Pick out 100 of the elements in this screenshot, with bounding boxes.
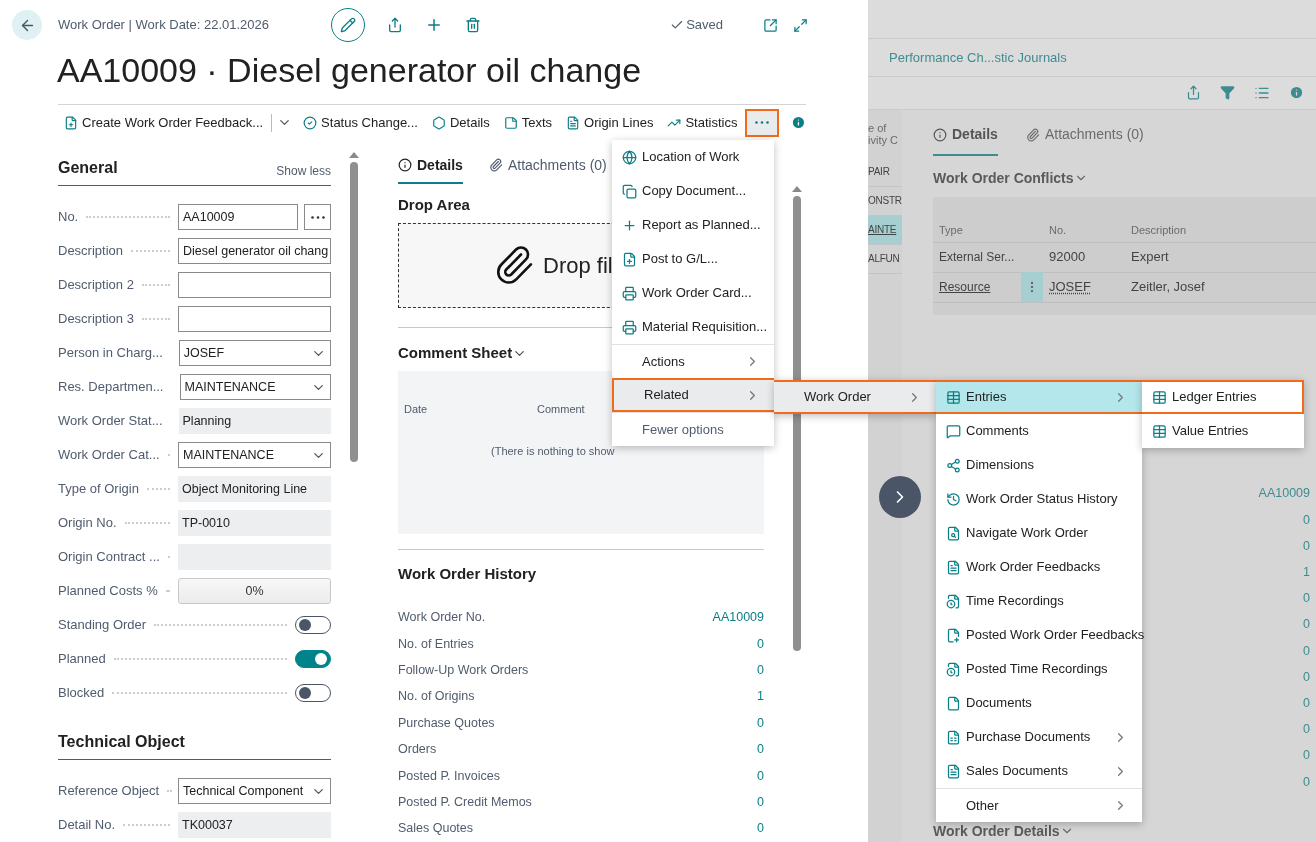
- history-value-link[interactable]: 0: [757, 766, 764, 786]
- menu-item[interactable]: Sales Documents: [936, 754, 1142, 788]
- text-field[interactable]: AA10009: [178, 204, 298, 230]
- field-label: Origin No.: [58, 514, 117, 533]
- plus-icon: [622, 217, 637, 233]
- field-label: Description 2: [58, 276, 134, 295]
- toolbar-button[interactable]: Origin Lines: [560, 108, 660, 137]
- history-label: No. of Origins: [398, 688, 475, 706]
- menu-item[interactable]: Posted Time Recordings: [936, 652, 1142, 686]
- history-label: Orders: [398, 741, 437, 759]
- text-field[interactable]: [178, 272, 331, 298]
- section-title: Work Order Conflicts: [933, 168, 1074, 188]
- menu-item[interactable]: Work Order Status History: [936, 482, 1142, 516]
- menu-item[interactable]: Comments: [936, 414, 1142, 448]
- toolbar-button[interactable]: Status Change...: [297, 108, 424, 137]
- filter-icon[interactable]: [1220, 85, 1235, 101]
- menu-item[interactable]: Work Order Card...: [612, 276, 774, 310]
- history-value-link[interactable]: 0: [757, 740, 764, 759]
- menu-item[interactable]: Purchase Documents: [936, 720, 1142, 754]
- toggle-switch[interactable]: [295, 650, 331, 668]
- field-label: Blocked: [58, 684, 105, 703]
- menu-item[interactable]: Actions: [612, 344, 774, 378]
- field-label: Person in Charg...: [58, 344, 163, 363]
- menu-item[interactable]: Dimensions: [936, 448, 1142, 482]
- file-search-icon: [946, 525, 961, 541]
- history-value-link[interactable]: 0: [757, 819, 764, 839]
- info-icon[interactable]: [1289, 85, 1304, 101]
- save-status: Saved: [686, 16, 723, 35]
- file-icon: [946, 695, 961, 711]
- table-cell: JOSEF: [1049, 279, 1091, 295]
- nodes-icon: [946, 457, 961, 473]
- share-icon[interactable]: [387, 17, 403, 33]
- history-label: Posted P. Invoices: [398, 767, 500, 785]
- field-label: Standing Order: [58, 616, 147, 635]
- document-icon: [946, 559, 961, 575]
- copy-icon: [622, 183, 637, 199]
- history-value-link[interactable]: 1: [757, 687, 764, 707]
- menu-item[interactable]: Navigate Work Order: [936, 516, 1142, 550]
- toggle-switch[interactable]: [295, 616, 331, 634]
- info-icon: [398, 158, 412, 172]
- expand-icon[interactable]: [793, 17, 808, 33]
- menu-item[interactable]: Copy Document...: [612, 174, 774, 208]
- table-cell: Resource: [939, 280, 991, 295]
- more-icon: [310, 215, 325, 219]
- pencil-icon: [340, 17, 356, 33]
- history-value-link[interactable]: 0: [757, 661, 764, 680]
- dropdown-field[interactable]: JOSEF: [178, 340, 331, 366]
- share-icon[interactable]: [1186, 85, 1201, 101]
- tab[interactable]: Details: [933, 115, 998, 156]
- read-only-field: TP-0010: [178, 510, 331, 536]
- menu-item[interactable]: Entries: [936, 380, 1142, 414]
- menu-item[interactable]: Other: [936, 788, 1142, 822]
- toolbar-button[interactable]: Create Work Order Feedback...: [58, 108, 270, 137]
- toolbar-button[interactable]: Details: [425, 108, 496, 137]
- column-header: Type: [939, 224, 963, 236]
- field-label: Work Order Stat...: [58, 412, 163, 431]
- menu-item[interactable]: Report as Planned...: [612, 208, 774, 242]
- history-value-link[interactable]: 0: [757, 713, 764, 733]
- tab[interactable]: Attachments (0): [488, 148, 607, 184]
- menu-item[interactable]: Related: [612, 378, 774, 412]
- pop-out-icon[interactable]: [763, 17, 778, 33]
- table-row[interactable]: External Ser... 92000 Expert: [933, 242, 1316, 273]
- table-row[interactable]: Resource JOSEF Zeitler, Josef: [933, 272, 1316, 303]
- history-value-link[interactable]: 0: [757, 793, 764, 812]
- more-options-button[interactable]: [745, 108, 780, 137]
- text-field[interactable]: Diesel generator oil chang: [178, 238, 331, 264]
- list-row[interactable]: AINTE: [868, 215, 902, 245]
- lookup-button[interactable]: [304, 204, 331, 230]
- spreadsheet-icon: [946, 729, 961, 745]
- file-plus-icon: [946, 627, 961, 643]
- menu-item[interactable]: Work Order Feedbacks: [936, 550, 1142, 584]
- scrollbar[interactable]: [349, 152, 359, 462]
- text-field[interactable]: [178, 306, 331, 332]
- menu-item[interactable]: Material Requisition...: [612, 310, 774, 344]
- history-value-link[interactable]: AA10009: [712, 608, 764, 628]
- menu-item[interactable]: Posted Work Order Feedbacks: [936, 618, 1142, 652]
- menu-item[interactable]: Location of Work: [612, 140, 774, 174]
- dropdown-field[interactable]: MAINTENANCE: [178, 442, 331, 468]
- back-button[interactable]: [12, 10, 42, 40]
- menu-item[interactable]: Time Recordings: [936, 584, 1142, 618]
- toolbar-button[interactable]: Statistics: [661, 108, 744, 137]
- tab[interactable]: Attachments (0): [1025, 115, 1144, 156]
- empty-message: (There is nothing to show: [491, 444, 616, 460]
- toolbar-button[interactable]: Texts: [497, 108, 559, 137]
- menu-item[interactable]: Work Order: [774, 380, 936, 414]
- field-label: Work Order Cat...: [58, 446, 160, 465]
- dropdown-field[interactable]: Technical Component: [178, 778, 331, 804]
- plus-icon[interactable]: [425, 16, 443, 34]
- show-less-link[interactable]: Show less: [276, 162, 331, 180]
- toggle-switch[interactable]: [295, 684, 331, 702]
- delete-icon[interactable]: [465, 17, 481, 33]
- menu-item[interactable]: Documents: [936, 686, 1142, 720]
- menu-item[interactable]: Post to G/L...: [612, 242, 774, 276]
- menu-item[interactable]: Ledger Entries: [1142, 380, 1304, 414]
- history-value-link[interactable]: 0: [757, 634, 764, 654]
- menu-item[interactable]: Fewer options: [612, 412, 774, 446]
- table-icon: [946, 389, 961, 405]
- dropdown-field[interactable]: MAINTENANCE: [179, 374, 331, 400]
- tab[interactable]: Details: [398, 148, 463, 184]
- menu-item[interactable]: Value Entries: [1142, 414, 1304, 448]
